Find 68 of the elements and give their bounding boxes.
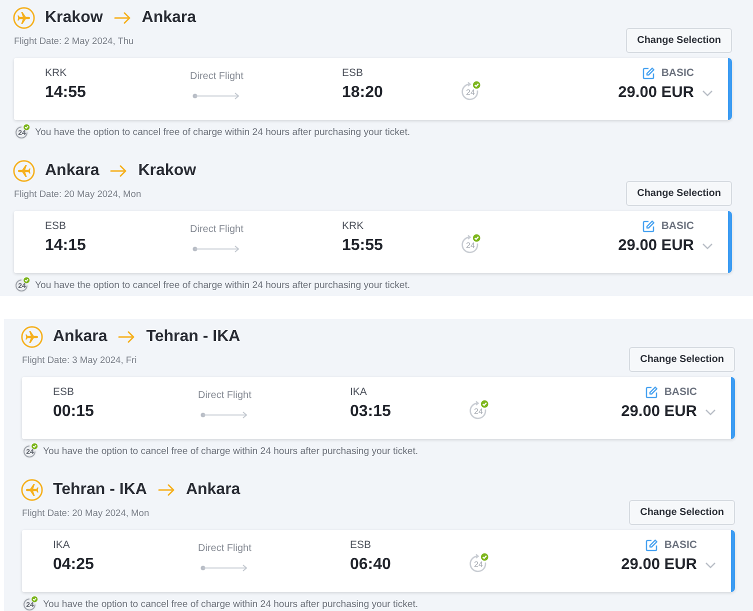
departure-time: 00:15 [53,402,95,422]
price: 29.00 EUR [621,402,697,422]
departure-airport-code: IKA [53,539,71,552]
origin-city: Ankara [45,161,100,181]
price: 29.00 EUR [618,83,694,103]
pencil-square-icon [642,67,656,80]
cancellation-note: You have the option to cancel free of charge within 24 hours after purchasing your ticket. [35,126,410,138]
departure-time: 14:15 [45,236,87,256]
destination-city: Tehran - IKA [146,327,240,347]
arrow-right-icon [110,165,128,177]
cancellation-note: You have the option to cancel free of charge within 24 hours after purchasing your ticket. [35,278,410,292]
destination-city: Ankara [142,8,196,28]
plane-icon [13,160,35,182]
flight-date: Flight Date: 20 May 2024, Mon [22,507,150,520]
pencil-square-icon [645,539,658,552]
connection-type: Direct Flight [190,70,244,83]
route-line-icon [200,411,248,419]
fare-type: BASIC [664,386,697,399]
origin-city: Ankara [53,327,108,347]
route-line-icon [200,564,248,572]
arrival-time: 15:55 [342,236,384,256]
chevron-down-icon[interactable] [705,408,716,416]
fare-type: BASIC [664,539,697,552]
fare-type: BASIC [661,67,694,80]
change-selection-button[interactable]: Change Selection [626,181,732,206]
arrow-right-icon [114,12,131,24]
plane-icon [13,7,35,29]
pencil-square-icon [645,386,658,399]
arrival-time: 06:40 [350,555,392,575]
price: 29.00 EUR [621,555,697,575]
connection-type: Direct Flight [198,389,252,402]
departure-airport-code: KRK [45,67,68,80]
price: 29.00 EUR [618,236,694,256]
destination-city: Ankara [186,480,240,500]
flight-date: Flight Date: 20 May 2024, Mon [14,188,142,201]
flight-date: Flight Date: 3 May 2024, Fri [22,354,137,367]
connection-type: Direct Flight [198,542,252,555]
cancellation-note: You have the option to cancel free of charge within 24 hours after purchasing your ticket. [43,598,418,610]
arrival-time: 03:15 [350,402,392,422]
chevron-down-icon[interactable] [702,90,713,96]
fare-type: BASIC [661,220,694,233]
change-selection-button[interactable]: Change Selection [629,500,735,525]
arrival-airport-code: ESB [342,67,364,80]
arrival-airport-code: ESB [350,539,372,552]
plane-icon [21,326,43,348]
departure-airport-code: ESB [53,386,76,399]
flight-date: Flight Date: 2 May 2024, Thu [14,35,134,48]
destination-city: Krakow [138,161,196,181]
arrival-airport-code: KRK [342,220,365,233]
change-selection-button[interactable]: Change Selection [626,28,732,53]
origin-city: Krakow [45,8,103,28]
route-line-icon [192,92,240,100]
connection-type: Direct Flight [190,223,244,236]
cancellation-note: You have the option to cancel free of charge within 24 hours after purchasing your ticket. [43,444,418,458]
arrow-right-icon [118,331,136,343]
arrival-time: 18:20 [342,83,384,103]
change-selection-button[interactable]: Change Selection [629,347,735,372]
chevron-down-icon[interactable] [702,242,713,250]
chevron-down-icon[interactable] [705,562,716,568]
arrow-right-icon [158,484,175,496]
origin-city: Tehran - IKA [53,480,147,500]
departure-airport-code: ESB [45,220,68,233]
pencil-square-icon [642,220,656,233]
plane-icon [21,479,43,501]
departure-time: 04:25 [53,555,95,575]
departure-time: 14:55 [45,83,87,103]
arrival-airport-code: IKA [350,386,368,399]
route-line-icon [192,245,240,253]
